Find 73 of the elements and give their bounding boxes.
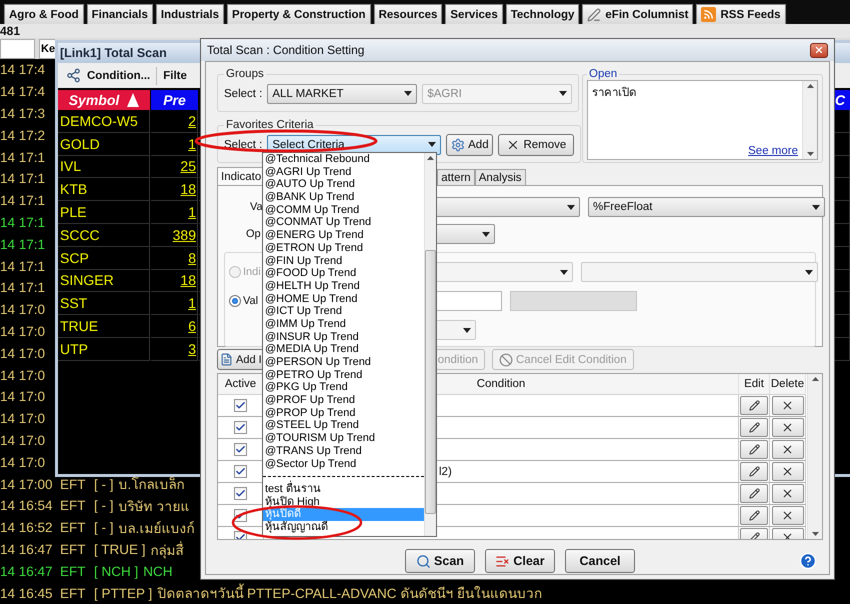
news-tag: [ - ] — [94, 498, 114, 514]
group-label: Favorites Criteria — [225, 119, 315, 131]
column-header: Delete — [770, 374, 806, 395]
news-source: EFT — [60, 498, 86, 514]
news-time: 14 17:1 — [0, 150, 46, 165]
column-header: Active — [218, 374, 264, 395]
group-label: Groups — [225, 68, 265, 80]
news-time: 14 17:1 — [0, 215, 46, 230]
news-time: 14 17:0 — [0, 389, 46, 404]
column-header: Edit — [739, 374, 770, 395]
table-cell: GOLD — [58, 132, 150, 156]
news-time: 14 16:54 — [0, 498, 54, 514]
news-time: 14 17:0 — [0, 324, 46, 340]
group-label: Open — [588, 68, 618, 80]
news-tag: [ - ] — [94, 476, 114, 492]
news-source: EFT — [60, 476, 86, 492]
news-source: EFT — [60, 564, 86, 579]
news-time: 14 17:0 — [0, 454, 46, 470]
news-time: 14 17:0 — [0, 411, 46, 426]
news-tag: [ TRUE ] — [94, 542, 146, 557]
table-cell: 18 — [151, 270, 198, 292]
news-time: 14 16:45 — [0, 586, 54, 601]
table-cell: SINGER — [58, 270, 150, 292]
news-time: 14 17:00 — [0, 476, 54, 492]
field-label: Select : — [224, 88, 262, 100]
table-cell: IVL — [58, 156, 150, 178]
table-cell: SCCC — [58, 224, 150, 247]
news-time: 14 17:0 — [0, 302, 46, 318]
news-time: 14 16:47 — [0, 542, 54, 557]
window-title: Total Scan : Condition Setting — [207, 43, 364, 57]
table-cell: l2) — [439, 461, 739, 483]
news-tag: [ NCH ] — [94, 564, 138, 579]
table-cell: SCP — [58, 246, 150, 270]
news-time: 14 17:1 — [0, 193, 46, 208]
table-cell: 389 — [151, 224, 198, 247]
news-time: 14 17:1 — [0, 280, 46, 296]
news-time: 14 17:1 — [0, 236, 46, 252]
news-time: 14 17:3 — [0, 106, 46, 122]
news-time: 14 17:0 — [0, 346, 46, 361]
news-time: 14 17:0 — [0, 368, 46, 383]
news-source: EFT — [60, 542, 86, 557]
news-time: 14 17:4 — [0, 62, 46, 78]
table-cell: 25 — [151, 156, 198, 178]
news-time: 14 17:2 — [0, 128, 46, 143]
account-number: 481 — [0, 24, 20, 38]
news-source: EFT — [60, 586, 86, 601]
table-cell: TRUE — [58, 315, 150, 338]
field-label: Select : — [224, 138, 262, 150]
table-cell: DEMCO-W5 — [58, 110, 150, 133]
news-time: 14 16:47 — [0, 564, 54, 579]
table-cell: 1 — [151, 201, 198, 224]
table-cell: 8 — [151, 246, 198, 270]
table-cell: 1 — [151, 132, 198, 156]
news-source: EFT — [60, 520, 86, 536]
news-time: 14 17:1 — [0, 171, 46, 186]
news-time: 14 17:0 — [0, 433, 46, 448]
news-time: 14 17:1 — [0, 258, 46, 274]
news-tag: [ PTTEP ] — [94, 586, 152, 601]
field-label: Op — [245, 228, 261, 240]
table-cell: 3 — [151, 338, 198, 361]
table-cell: PLE — [58, 201, 150, 224]
table-cell: 2 — [151, 110, 198, 133]
news-time: 14 17:4 — [0, 84, 46, 100]
news-tag: [ - ] — [94, 520, 114, 536]
table-cell: SST — [58, 292, 150, 316]
field-label: Va — [249, 201, 263, 213]
table-cell: KTB — [58, 178, 150, 202]
table-cell: UTP — [58, 338, 150, 361]
table-cell: 18 — [151, 178, 198, 202]
news-time: 14 16:52 — [0, 520, 54, 536]
table-cell: 6 — [151, 315, 198, 338]
table-cell: 1 — [151, 292, 198, 316]
window-title: [Link1] Total Scan — [60, 46, 167, 60]
